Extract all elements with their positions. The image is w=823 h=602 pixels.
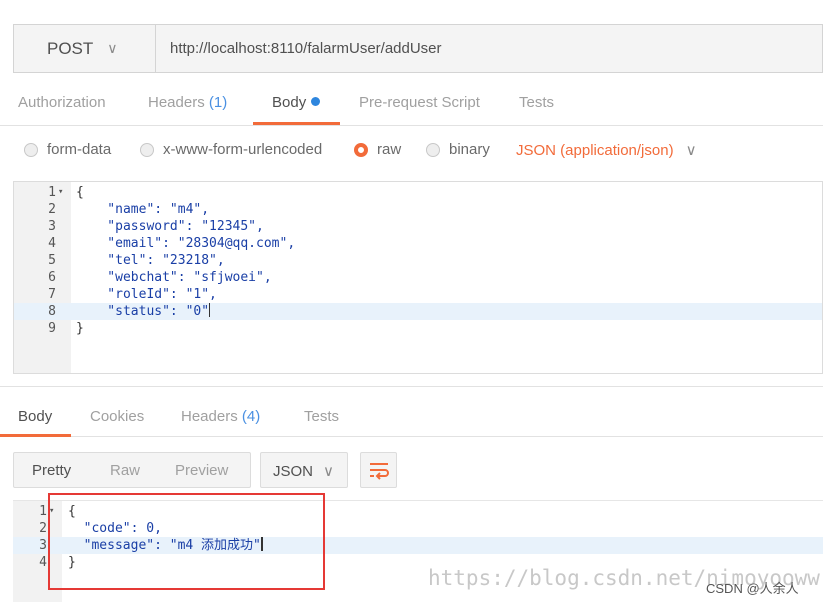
code-line: "name": "m4", <box>76 202 210 217</box>
radio-on-icon <box>354 142 368 157</box>
fold-arrow-icon[interactable]: ▾ <box>58 184 63 201</box>
tab-authorization[interactable]: Authorization <box>18 94 106 111</box>
headers-count: (1) <box>208 94 228 111</box>
code-line: "message": "m4 添加成功" <box>68 537 263 553</box>
highlighted-line: 3 "message": "m4 添加成功" <box>13 537 823 554</box>
active-dot-icon <box>311 97 321 106</box>
preview-button[interactable]: Preview <box>175 462 228 479</box>
code-line: "tel": "23218", <box>76 253 225 268</box>
code-line: "code": 0, <box>68 521 162 536</box>
response-divider <box>0 386 823 387</box>
highlighted-line: 8 "status": "0" <box>14 303 822 320</box>
response-active-tab-underline <box>0 434 71 437</box>
code-line: "webchat": "sfjwoei", <box>76 270 272 285</box>
line-number: 3 <box>39 538 47 553</box>
code-line: } <box>76 321 84 336</box>
code-line: "roleId": "1", <box>76 287 217 302</box>
response-view-modes: Pretty Raw Preview <box>13 452 251 488</box>
credit-label: CSDN @人余人 <box>706 581 799 596</box>
tab-body[interactable]: Body <box>272 94 321 111</box>
radio-off-icon <box>24 142 38 157</box>
response-tab-body[interactable]: Body <box>18 408 52 425</box>
line-number: 4 <box>39 555 47 570</box>
code-line: { <box>76 185 84 200</box>
tab-pre-request-script[interactable]: Pre-request Script <box>359 94 480 111</box>
code-line: } <box>68 555 76 570</box>
line-number: 6 <box>48 270 56 285</box>
text-cursor <box>209 303 211 317</box>
line-number: 2 <box>39 521 47 536</box>
active-tab-underline <box>253 122 340 125</box>
chevron-down-icon: ∨ <box>323 463 334 480</box>
code-line: { <box>68 504 76 519</box>
code-line: "status": "0" <box>76 303 211 319</box>
line-number: 9 <box>48 321 56 336</box>
response-tabs: Body Cookies Headers (4) Tests <box>0 394 823 437</box>
chevron-down-icon: ∨ <box>107 40 118 56</box>
raw-button[interactable]: Raw <box>110 462 140 479</box>
line-number: 2 <box>48 202 56 217</box>
text-cursor <box>260 537 263 551</box>
response-tab-cookies[interactable]: Cookies <box>90 408 144 425</box>
method-dropdown[interactable]: POST ∨ <box>14 25 156 72</box>
request-url-bar: POST ∨ http://localhost:8110/falarmUser/… <box>13 24 823 73</box>
fold-arrow-icon[interactable]: ▾ <box>49 503 54 520</box>
code-line: "password": "12345", <box>76 219 264 234</box>
response-format-dropdown[interactable]: JSON ∨ <box>260 452 348 488</box>
tab-headers[interactable]: Headers (1) <box>148 94 227 111</box>
line-number: 7 <box>48 287 56 302</box>
url-input[interactable]: http://localhost:8110/falarmUser/addUser <box>156 25 822 72</box>
radio-off-icon <box>426 142 440 157</box>
line-number: 4 <box>48 236 56 251</box>
radio-x-www-form-urlencoded[interactable]: x-www-form-urlencoded <box>140 141 322 158</box>
tab-tests[interactable]: Tests <box>519 94 554 111</box>
wrap-lines-button[interactable] <box>360 452 397 488</box>
line-number: 3 <box>48 219 56 234</box>
response-tab-tests[interactable]: Tests <box>304 408 339 425</box>
line-number: 5 <box>48 253 56 268</box>
line-number: 1 <box>48 185 56 200</box>
body-type-options: form-data x-www-form-urlencoded raw bina… <box>0 126 823 176</box>
method-label: POST <box>47 38 94 58</box>
radio-off-icon <box>140 142 154 157</box>
radio-raw[interactable]: raw <box>354 141 401 158</box>
request-body-editor[interactable]: 1 ▾ { 2 "name": "m4", 3 "password": "12345… <box>13 181 823 374</box>
chevron-down-icon: ∨ <box>685 142 697 159</box>
radio-binary[interactable]: binary <box>426 141 490 158</box>
radio-form-data[interactable]: form-data <box>24 141 111 158</box>
line-number: 8 <box>48 304 56 319</box>
wrap-lines-icon <box>370 463 389 480</box>
response-headers-count: (4) <box>241 408 261 425</box>
request-tabs: Authorization Headers (1) Body Pre-reque… <box>0 80 823 126</box>
response-tab-headers[interactable]: Headers (4) <box>181 408 260 425</box>
line-number: 1 <box>39 504 47 519</box>
code-line: "email": "28304@qq.com", <box>76 236 296 251</box>
body-format-dropdown[interactable]: JSON (application/json) ∨ <box>516 141 697 159</box>
pretty-button[interactable]: Pretty <box>32 462 71 479</box>
